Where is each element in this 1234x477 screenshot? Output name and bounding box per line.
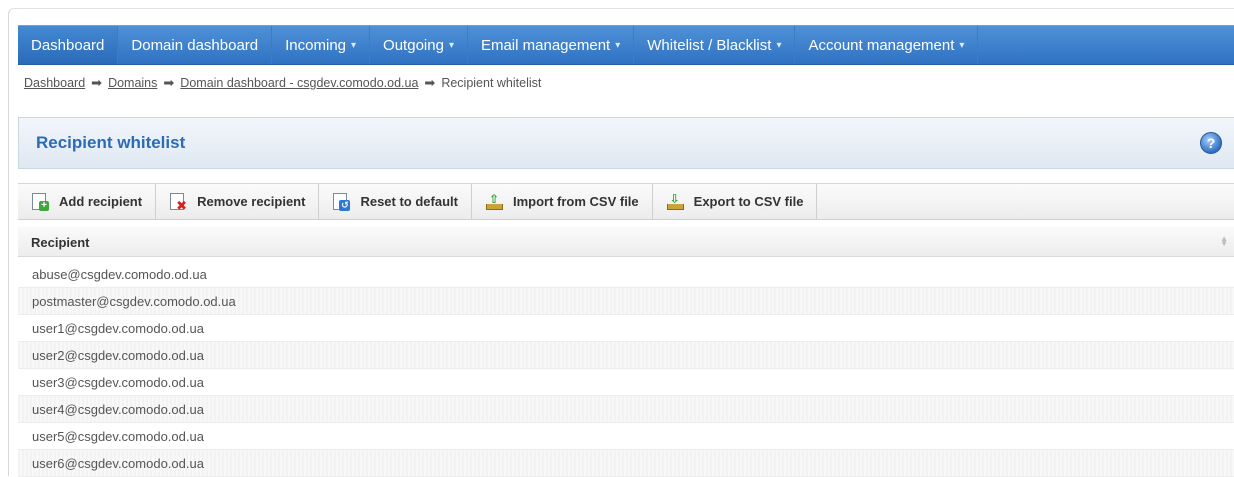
nav-email-management[interactable]: Email management ▾ xyxy=(468,26,635,64)
top-navigation: Dashboard Domain dashboard Incoming ▾ Out… xyxy=(18,25,1234,65)
table-row[interactable]: user1@csgdev.comodo.od.ua xyxy=(18,315,1234,342)
remove-recipient-button[interactable]: ✖ Remove recipient xyxy=(156,184,320,219)
nav-domain-dashboard[interactable]: Domain dashboard xyxy=(118,26,273,64)
import-csv-label: Import from CSV file xyxy=(512,194,639,209)
table-row[interactable]: user3@csgdev.comodo.od.ua xyxy=(18,369,1234,396)
breadcrumb-domains-link[interactable]: Domains xyxy=(108,76,157,90)
import-csv-button[interactable]: ⇧ Import from CSV file xyxy=(472,184,653,219)
column-header-recipient[interactable]: Recipient xyxy=(31,235,90,250)
page-title: Recipient whitelist xyxy=(36,133,186,152)
nav-incoming[interactable]: Incoming ▾ xyxy=(272,26,371,64)
table-row[interactable]: user6@csgdev.comodo.od.ua xyxy=(18,450,1234,477)
table-row[interactable]: user2@csgdev.comodo.od.ua xyxy=(18,342,1234,369)
table-header[interactable]: Recipient ▲ ▼ xyxy=(18,227,1234,257)
toolbar: + Add recipient ✖ Remove recipient ↺ Res… xyxy=(18,183,1234,220)
arrow-right-icon: ➡ xyxy=(424,75,436,90)
breadcrumb-domain-dashboard-link[interactable]: Domain dashboard - csgdev.comodo.od.ua xyxy=(180,76,418,90)
chevron-down-icon: ▾ xyxy=(959,39,965,51)
nav-label: Account management xyxy=(808,36,955,54)
remove-document-icon: ✖ xyxy=(169,192,187,212)
nav-label: Domain dashboard xyxy=(131,36,259,54)
chevron-down-icon: ▾ xyxy=(615,39,621,51)
nav-label: Outgoing xyxy=(383,36,444,54)
add-recipient-button[interactable]: + Add recipient xyxy=(18,184,157,219)
export-csv-button[interactable]: ⇩ Export to CSV file xyxy=(653,184,818,219)
table-row[interactable]: postmaster@csgdev.comodo.od.ua xyxy=(18,288,1234,315)
sort-icon[interactable]: ▲ ▼ xyxy=(1220,235,1228,248)
remove-recipient-label: Remove recipient xyxy=(197,194,306,209)
breadcrumb-dashboard-link[interactable]: Dashboard xyxy=(24,76,85,90)
nav-label: Email management xyxy=(480,36,611,54)
nav-label: Whitelist / Blacklist xyxy=(647,36,772,54)
reset-to-default-label: Reset to default xyxy=(360,194,458,209)
add-document-icon: + xyxy=(31,192,49,211)
recipient-list: abuse@csgdev.comodo.od.ua postmaster@csg… xyxy=(18,261,1234,477)
nav-label: Dashboard xyxy=(31,36,105,54)
breadcrumb: Dashboard ➡ Domains ➡ Domain dashboard - csg… xyxy=(24,75,541,91)
nav-whitelist-blacklist[interactable]: Whitelist / Blacklist ▾ xyxy=(634,26,796,64)
nav-dashboard[interactable]: Dashboard xyxy=(18,26,119,64)
reset-icon: ↺ xyxy=(332,192,351,211)
add-recipient-label: Add recipient xyxy=(59,194,143,209)
table-row[interactable]: user4@csgdev.comodo.od.ua xyxy=(18,396,1234,423)
nav-label: Incoming xyxy=(285,36,347,54)
arrow-right-icon: ➡ xyxy=(91,75,103,90)
import-icon: ⇧ xyxy=(485,193,503,211)
arrow-right-icon: ➡ xyxy=(163,75,175,90)
chevron-down-icon: ▾ xyxy=(351,39,357,51)
chevron-down-icon: ▾ xyxy=(448,39,454,51)
export-csv-label: Export to CSV file xyxy=(693,194,804,209)
export-icon: ⇩ xyxy=(666,193,684,211)
nav-outgoing[interactable]: Outgoing ▾ xyxy=(370,26,468,64)
table-row[interactable]: user5@csgdev.comodo.od.ua xyxy=(18,423,1234,450)
reset-to-default-button[interactable]: ↺ Reset to default xyxy=(319,184,472,219)
help-icon[interactable]: ? xyxy=(1200,132,1222,154)
table-row[interactable]: abuse@csgdev.comodo.od.ua xyxy=(18,261,1234,288)
nav-account-management[interactable]: Account management ▾ xyxy=(795,26,979,64)
panel-header: Recipient whitelist ? xyxy=(18,117,1234,169)
breadcrumb-current: Recipient whitelist xyxy=(441,76,542,90)
chevron-down-icon: ▾ xyxy=(776,39,782,51)
